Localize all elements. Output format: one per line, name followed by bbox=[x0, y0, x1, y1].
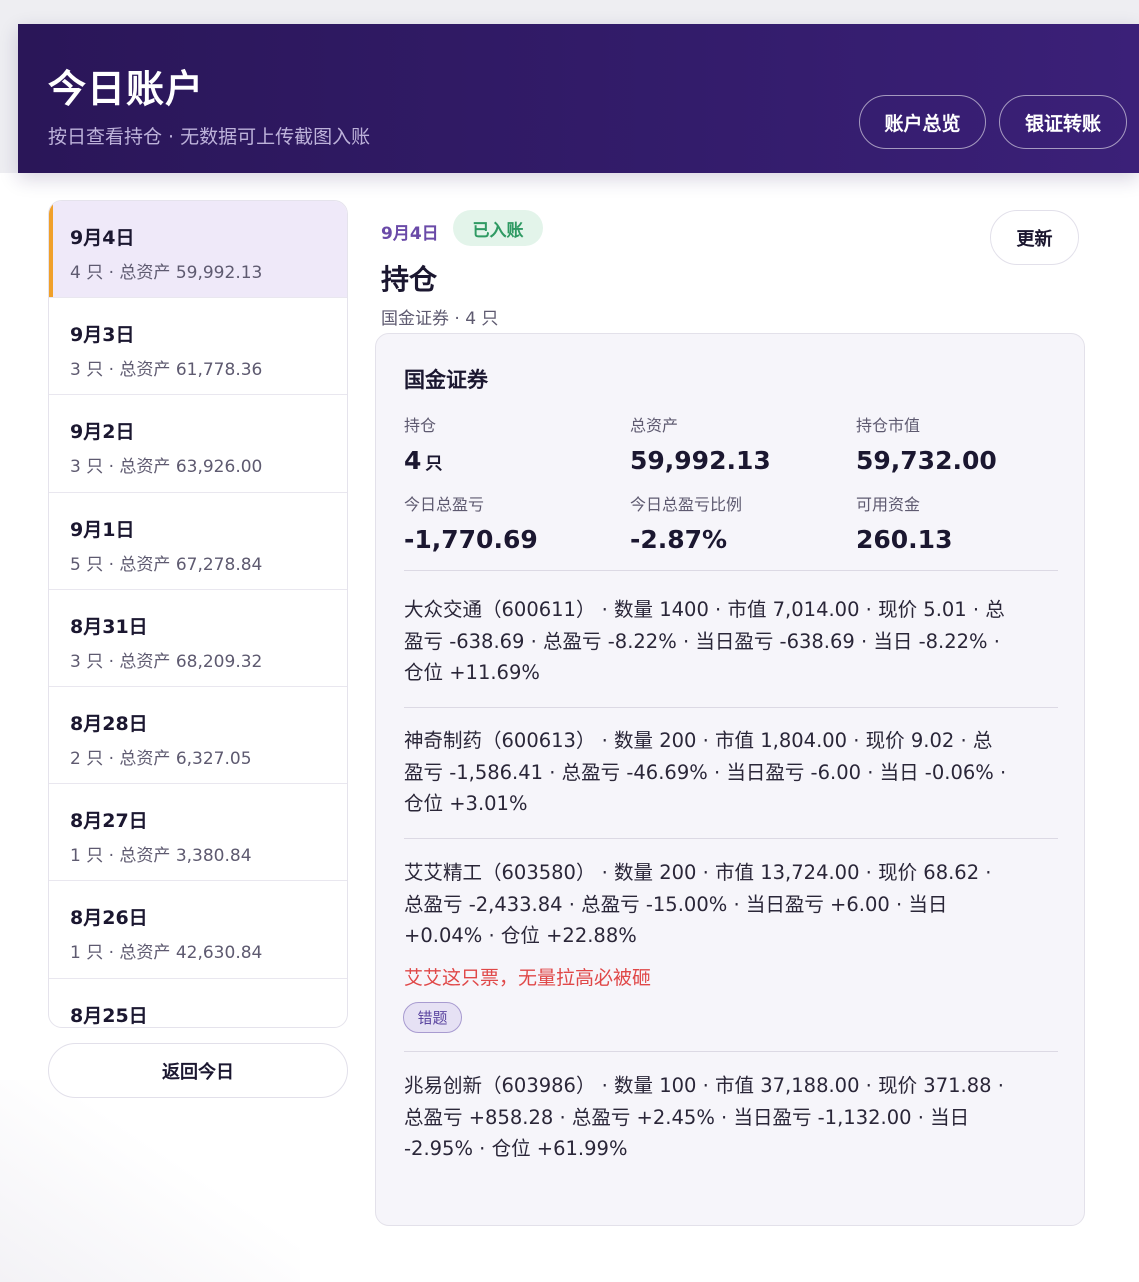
holding-line: 神奇制药（600613） · 数量 200 · 市值 1,804.00 · 现价… bbox=[404, 729, 993, 752]
broker-name: 国金证券 bbox=[404, 368, 488, 392]
stat-value: 4只 bbox=[404, 446, 624, 475]
stat-label: 持仓市值 bbox=[856, 416, 921, 435]
holding-item: 神奇制药（600613） · 数量 200 · 市值 1,804.00 · 现价… bbox=[404, 725, 1058, 820]
holding-line: 总盈亏 +858.28 · 总盈亏 +2.45% · 当日盈亏 -1,132.0… bbox=[404, 1105, 970, 1129]
stat-today-pnl-pct: 今日总盈亏比例 -2.87% bbox=[630, 491, 850, 554]
stat-available-cash: 可用资金 260.13 bbox=[856, 491, 1076, 554]
date-item-label: 9月4日 bbox=[70, 227, 135, 249]
divider bbox=[404, 570, 1058, 571]
refresh-button[interactable]: 更新 bbox=[990, 210, 1079, 265]
holding-line: 大众交通（600611） · 数量 1400 · 市值 7,014.00 · 现… bbox=[404, 598, 1005, 621]
date-item-aug-31[interactable]: 8月31日 3 只 · 总资产 68,209.32 bbox=[49, 590, 347, 687]
date-item-aug-25[interactable]: 8月25日 bbox=[49, 979, 347, 1028]
status-badge: 已入账 bbox=[453, 210, 543, 246]
account-overview-button[interactable]: 账户总览 bbox=[859, 95, 986, 149]
mistake-tag[interactable]: 错题 bbox=[403, 1002, 462, 1033]
stat-label: 可用资金 bbox=[856, 495, 921, 514]
detail-date: 9月4日 bbox=[381, 224, 439, 244]
holding-line: 仓位 +3.01% bbox=[404, 792, 528, 815]
stat-label: 今日总盈亏 bbox=[404, 495, 485, 514]
stat-unit: 只 bbox=[425, 454, 443, 474]
stat-value: 59,992.13 bbox=[630, 446, 771, 475]
date-item-label: 9月2日 bbox=[70, 421, 135, 444]
stat-today-pnl: 今日总盈亏 -1,770.69 bbox=[404, 491, 624, 554]
account-header: 今日账户 按日查看持仓 · 无数据可上传截图入账 账户总览 银证转账 bbox=[18, 24, 1139, 173]
holding-line: 盈亏 -1,586.41 · 总盈亏 -46.69% · 当日盈亏 -6.00 … bbox=[404, 760, 1007, 784]
date-item-aug-27[interactable]: 8月27日 1 只 · 总资产 3,380.84 bbox=[49, 784, 347, 882]
date-item-label: 8月28日 bbox=[70, 712, 148, 735]
holding-line: 兆易创新（603986） · 数量 100 · 市值 37,188.00 · 现… bbox=[404, 1074, 1004, 1097]
stat-total-assets: 总资产 59,992.13 bbox=[630, 412, 850, 475]
stat-holdings: 持仓 4只 bbox=[404, 412, 624, 475]
date-item-sep-3[interactable]: 9月3日 3 只 · 总资产 61,778.36 bbox=[49, 298, 347, 396]
page-subtitle: 按日查看持仓 · 无数据可上传截图入账 bbox=[48, 126, 371, 148]
date-item-aug-28[interactable]: 8月28日 2 只 · 总资产 6,327.05 bbox=[49, 687, 347, 785]
date-item-sep-4[interactable]: 9月4日 4 只 · 总资产 59,992.13 bbox=[49, 201, 347, 299]
date-item-label: 8月27日 bbox=[70, 810, 148, 833]
date-item-sep-1[interactable]: 9月1日 5 只 · 总资产 67,278.84 bbox=[49, 493, 347, 590]
divider bbox=[404, 1051, 1058, 1052]
broker-card: 国金证券 持仓 4只 总资产 59,992.13 持仓市值 59,732.00 … bbox=[375, 333, 1085, 1226]
holding-line: 艾艾精工（603580） · 数量 200 · 市值 13,724.00 · 现… bbox=[404, 861, 992, 884]
holding-line: 盈亏 -638.69 · 总盈亏 -8.22% · 当日盈亏 -638.69 ·… bbox=[404, 629, 1000, 653]
stat-label: 总资产 bbox=[630, 416, 679, 435]
content-fade bbox=[0, 1080, 300, 1282]
date-item-meta: 4 只 · 总资产 59,992.13 bbox=[70, 263, 263, 283]
date-item-sep-2[interactable]: 9月2日 3 只 · 总资产 63,926.00 bbox=[49, 395, 347, 493]
stat-value: 59,732.00 bbox=[856, 446, 997, 475]
date-item-label: 8月25日 bbox=[70, 1004, 148, 1027]
stat-number: 4 bbox=[404, 446, 422, 475]
holding-item: 大众交通（600611） · 数量 1400 · 市值 7,014.00 · 现… bbox=[404, 594, 1058, 689]
bank-transfer-button[interactable]: 银证转账 bbox=[999, 95, 1127, 149]
stat-label: 今日总盈亏比例 bbox=[630, 495, 743, 514]
date-item-label: 9月1日 bbox=[70, 518, 135, 541]
divider bbox=[404, 838, 1058, 839]
date-item-meta: 3 只 · 总资产 68,209.32 bbox=[70, 651, 263, 672]
date-list: 9月4日 4 只 · 总资产 59,992.13 9月3日 3 只 · 总资产 … bbox=[48, 200, 348, 1028]
stat-value: -1,770.69 bbox=[404, 525, 538, 554]
stat-label: 持仓 bbox=[404, 416, 437, 435]
date-item-meta: 1 只 · 总资产 3,380.84 bbox=[70, 846, 252, 867]
holding-line: -2.95% · 仓位 +61.99% bbox=[404, 1137, 628, 1160]
date-item-label: 8月26日 bbox=[70, 907, 148, 930]
date-item-meta: 3 只 · 总资产 63,926.00 bbox=[70, 457, 263, 478]
date-item-meta: 2 只 · 总资产 6,327.05 bbox=[70, 748, 252, 769]
holdings-subtitle: 国金证券 · 4 只 bbox=[381, 309, 499, 329]
stat-value: 260.13 bbox=[856, 525, 953, 554]
holding-line: 总盈亏 -2,433.84 · 总盈亏 -15.00% · 当日盈亏 +6.00… bbox=[404, 892, 948, 916]
page-title: 今日账户 bbox=[48, 67, 205, 111]
date-item-aug-26[interactable]: 8月26日 1 只 · 总资产 42,630.84 bbox=[49, 881, 347, 979]
holding-line: 仓位 +11.69% bbox=[404, 661, 540, 684]
holding-line: +0.04% · 仓位 +22.88% bbox=[404, 924, 637, 947]
date-item-label: 8月31日 bbox=[70, 615, 148, 638]
stat-market-value: 持仓市值 59,732.00 bbox=[856, 412, 1076, 475]
holding-item: 兆易创新（603986） · 数量 100 · 市值 37,188.00 · 现… bbox=[404, 1070, 1058, 1165]
back-to-today-button[interactable]: 返回今日 bbox=[48, 1043, 348, 1098]
holding-note: 艾艾这只票，无量拉高必被砸 bbox=[404, 967, 652, 989]
date-item-meta: 1 只 · 总资产 42,630.84 bbox=[70, 943, 263, 964]
date-item-meta: 3 只 · 总资产 61,778.36 bbox=[70, 360, 263, 381]
date-item-meta: 5 只 · 总资产 67,278.84 bbox=[70, 554, 263, 575]
divider bbox=[404, 707, 1058, 708]
stat-value: -2.87% bbox=[630, 525, 728, 554]
holding-item: 艾艾精工（603580） · 数量 200 · 市值 13,724.00 · 现… bbox=[404, 857, 1058, 952]
holdings-title: 持仓 bbox=[381, 263, 438, 296]
date-item-label: 9月3日 bbox=[70, 324, 135, 347]
